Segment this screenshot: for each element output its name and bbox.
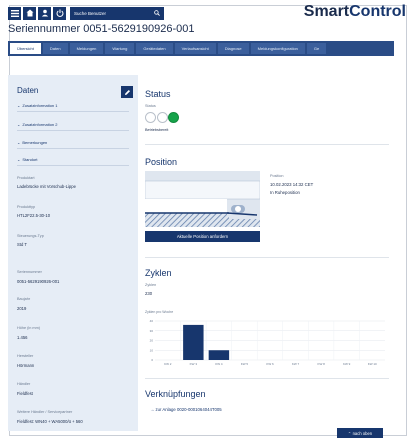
chart-y-tick-label: 20 <box>150 339 154 343</box>
chart-x-tick-label: KW 4 <box>215 362 223 366</box>
position-timestamp: 10.02.2023 14:32 CET <box>270 182 314 187</box>
app-logo: SmartControl <box>304 3 406 21</box>
field-value-steuerung: Std T <box>17 242 27 247</box>
tab-uebersicht[interactable]: Übersicht <box>10 43 41 54</box>
position-state: In Ruheposition <box>270 190 300 195</box>
cycles-bar-chart: 0 10 20 30 40 KW 2 KW 3 KW 4 KW 5 KW 6 KW 7 KW 8 KW … <box>150 319 385 366</box>
home-icon[interactable] <box>23 6 36 20</box>
field-value-produktart: Ladebrücke mit Vorschub-Lippe <box>17 184 76 189</box>
sidebar-heading: Daten <box>17 86 39 95</box>
tab-meldungen[interactable]: Meldungen <box>69 43 104 54</box>
link-label: zur Anlage 0020-0001064044T005 <box>155 407 222 412</box>
chart-x-tick-label: KW 6 <box>266 362 274 366</box>
chart-x-tick-label: KW 5 <box>241 362 249 366</box>
chart-x-tick-label: KW 7 <box>292 362 300 366</box>
tab-daten[interactable]: Daten <box>42 43 68 54</box>
field-value-weitere-haendler: Fieldfest: WN40 + WA5000/ü + 560 <box>17 419 83 424</box>
status-light-off-2 <box>157 112 168 123</box>
logo-control: Control <box>349 3 406 20</box>
chart-label: Zyklen pro Woche <box>145 310 174 314</box>
accordion-label: Standort <box>22 157 38 162</box>
zyklen-title: Zyklen <box>145 268 172 278</box>
chart-x-tick-label: KW 9 <box>343 362 351 366</box>
position-illustration <box>145 171 260 227</box>
scroll-to-top-label: nach oben <box>352 430 373 436</box>
request-position-button[interactable]: Aktuelle Position anfordern <box>145 231 260 242</box>
edit-button[interactable] <box>121 86 133 98</box>
field-value-produkttyp: HTL2F22.5-30-10 <box>17 213 51 218</box>
zyklen-value: 230 <box>145 291 153 296</box>
divider <box>145 144 389 145</box>
tab-more[interactable]: Ge <box>306 43 327 54</box>
field-value-hoehe: 1.456 <box>17 335 28 340</box>
status-light-green <box>168 112 179 123</box>
field-value-haendler: Fieldfest <box>17 391 33 396</box>
field-label-haendler: Händler <box>17 382 31 386</box>
zyklen-label: Zyklen <box>145 283 157 287</box>
field-label-produktart: Produktart <box>17 176 35 180</box>
divider <box>145 378 389 379</box>
position-label: Position <box>270 174 284 178</box>
field-value-hersteller: Hörmann <box>17 363 35 368</box>
chevron-down-icon: ⌄ <box>17 140 21 145</box>
linked-asset-link[interactable]: → zur Anlage 0020-0001064044T005 <box>150 407 222 412</box>
power-icon[interactable] <box>53 6 66 20</box>
tab-verlaufsansicht[interactable]: Verlaufsansicht <box>174 43 216 54</box>
top-toolbar <box>8 6 164 20</box>
pencil-icon <box>124 89 130 95</box>
chart-bar <box>183 324 204 360</box>
accordion-label: Zusatzinformation 2 <box>22 122 58 127</box>
chart-x-tick-label: KW 2 <box>164 362 172 366</box>
field-label-steuerung: Steuerungs-Typ <box>17 234 44 238</box>
position-title: Position <box>145 157 178 167</box>
chart-y-tick-label: 10 <box>150 348 154 352</box>
search-input[interactable] <box>74 10 144 16</box>
field-label-hersteller: Hersteller <box>17 354 34 358</box>
page-title: Seriennummer 0051-5629190926-001 <box>8 23 195 35</box>
logo-smart: Smart <box>303 3 350 20</box>
field-value-baujahr: 2019 <box>17 306 27 311</box>
field-label-seriennummer: Seriennummer <box>17 270 42 274</box>
tab-geraetedaten[interactable]: Gerätedaten <box>136 43 173 54</box>
accordion-standort[interactable]: ⌄ Standort <box>17 157 129 166</box>
verknuepfungen-title: Verknüpfungen <box>145 389 206 399</box>
search-field <box>70 6 164 20</box>
accordion-zusatzinfo-2[interactable]: ⌄ Zusatzinformation 2 <box>17 122 129 131</box>
tab-bar: Übersicht Daten Meldungen Wartung Geräte… <box>8 41 394 56</box>
tab-meldungskonfiguration[interactable]: Meldungskonfiguration <box>250 43 305 54</box>
tab-diagnose[interactable]: Diagnose <box>217 43 249 54</box>
field-label-weitere-haendler: Weitere Händler / Servicepartner <box>17 410 73 414</box>
chart-y-tick-label: 30 <box>150 329 154 333</box>
field-label-produkttyp: Produkttyp <box>17 205 36 209</box>
accordion-bemerkungen[interactable]: ⌄ Bemerkungen <box>17 140 129 149</box>
chart-x-tick-label: KW 8 <box>317 362 325 366</box>
user-icon[interactable] <box>38 6 51 20</box>
chart-bar <box>208 350 230 360</box>
chevron-down-icon: ⌄ <box>17 103 21 108</box>
scroll-to-top-button[interactable]: ⌃ nach oben <box>337 428 383 438</box>
chart-x-tick-label: KW 10 <box>368 362 377 366</box>
accordion-label: Zusatzinformation 1 <box>22 103 58 108</box>
field-value-seriennummer: 0051-5629190926-001 <box>17 279 60 284</box>
chevron-down-icon: ⌄ <box>17 122 21 127</box>
accordion-label: Bemerkungen <box>22 140 48 145</box>
status-label: Status <box>145 104 156 108</box>
divider <box>145 257 389 258</box>
status-title: Status <box>145 89 171 99</box>
chart-y-tick-label: 0 <box>151 358 153 362</box>
tab-wartung[interactable]: Wartung <box>105 43 135 54</box>
chart-y-tick-label: 40 <box>150 319 154 323</box>
search-icon[interactable] <box>154 10 160 16</box>
status-light-off-1 <box>145 112 156 123</box>
menu-icon[interactable] <box>8 6 21 20</box>
chevron-down-icon: ⌄ <box>17 157 21 162</box>
status-state: Betriebsbereit <box>145 128 169 132</box>
field-label-baujahr: Baujahr <box>17 297 31 301</box>
chart-x-tick-label: KW 3 <box>190 362 198 366</box>
field-label-hoehe: Höhe (in mm) <box>17 326 40 330</box>
accordion-zusatzinfo-1[interactable]: ⌄ Zusatzinformation 1 <box>17 103 129 112</box>
